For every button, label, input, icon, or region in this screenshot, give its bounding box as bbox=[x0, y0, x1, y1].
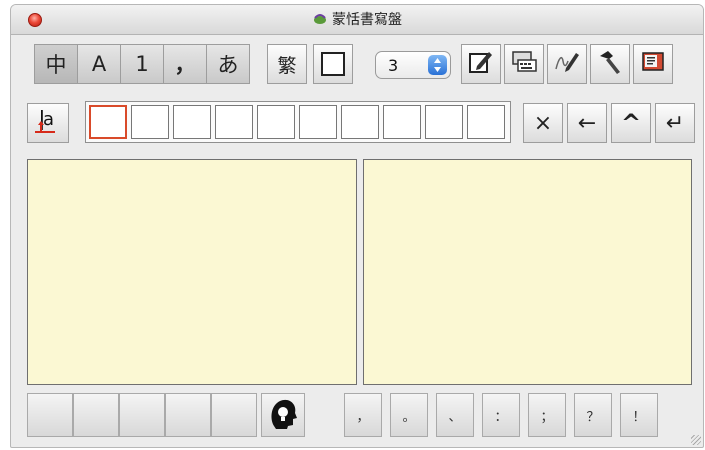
handwriting-window-icon bbox=[468, 49, 494, 80]
idea-button[interactable] bbox=[261, 393, 305, 437]
pen-settings-button[interactable] bbox=[547, 44, 587, 84]
punct-semicolon-label: ； bbox=[540, 409, 554, 425]
mode-chinese-button[interactable]: 中 bbox=[34, 44, 78, 84]
bottom-slot-5[interactable] bbox=[211, 393, 257, 437]
candidate-slot-3[interactable] bbox=[173, 105, 211, 139]
window-title-area: 蒙恬書寫盤 bbox=[11, 11, 703, 29]
main-window: 蒙恬書寫盤 中 A 1 ， あ 繁 3 a × ← ^ ↵ ， 。 、 ： ； … bbox=[10, 4, 704, 448]
candidate-count-value: 3 bbox=[388, 56, 399, 75]
keyboard-icon bbox=[510, 50, 538, 79]
case-convert-icon: a bbox=[33, 106, 63, 141]
punct-question-label: ？ bbox=[586, 409, 600, 425]
traditional-label: 繁 bbox=[277, 54, 297, 77]
resize-grip-icon[interactable] bbox=[691, 435, 701, 445]
punct-enum-comma-button[interactable]: 、 bbox=[436, 393, 474, 437]
candidate-slot-2[interactable] bbox=[131, 105, 169, 139]
punct-semicolon-button[interactable]: ； bbox=[528, 393, 566, 437]
punct-comma-label: ， bbox=[356, 409, 370, 425]
bottom-slot-1[interactable] bbox=[27, 393, 73, 437]
mode-chinese-label: 中 bbox=[45, 53, 67, 77]
punct-colon-label: ： bbox=[494, 409, 508, 425]
punct-enum-comma-label: 、 bbox=[448, 409, 462, 425]
notes-button[interactable] bbox=[633, 44, 673, 84]
mode-number-label: 1 bbox=[135, 52, 149, 76]
enter-icon: ↵ bbox=[665, 110, 685, 136]
enter-button[interactable]: ↵ bbox=[655, 103, 695, 143]
window-title: 蒙恬書寫盤 bbox=[332, 12, 402, 28]
backspace-button[interactable]: ← bbox=[567, 103, 607, 143]
bottom-slot-3[interactable] bbox=[119, 393, 165, 437]
svg-text:a: a bbox=[43, 109, 54, 130]
lightbulb-head-icon bbox=[268, 396, 298, 434]
punct-question-button[interactable]: ？ bbox=[574, 393, 612, 437]
notes-icon bbox=[640, 50, 666, 79]
mode-japanese-label: あ bbox=[217, 53, 239, 77]
candidate-slot-8[interactable] bbox=[383, 105, 421, 139]
punct-comma-button[interactable]: ， bbox=[344, 393, 382, 437]
mode-punctuation-button[interactable]: ， bbox=[163, 44, 207, 84]
up-icon: ^ bbox=[620, 109, 642, 137]
candidate-slot-10[interactable] bbox=[467, 105, 505, 139]
punct-colon-button[interactable]: ： bbox=[482, 393, 520, 437]
app-logo-icon bbox=[312, 12, 328, 24]
writing-pad-left[interactable] bbox=[27, 159, 357, 385]
writing-pad-right[interactable] bbox=[363, 159, 692, 385]
tools-button[interactable] bbox=[590, 44, 630, 84]
keyboard-button[interactable] bbox=[504, 44, 544, 84]
candidate-strip bbox=[85, 101, 511, 143]
candidate-slot-6[interactable] bbox=[299, 105, 337, 139]
candidate-slot-7[interactable] bbox=[341, 105, 379, 139]
up-button[interactable]: ^ bbox=[611, 103, 651, 143]
candidate-slot-5[interactable] bbox=[257, 105, 295, 139]
mode-punctuation-label: ， bbox=[174, 53, 196, 77]
punct-exclamation-label: ！ bbox=[632, 409, 646, 425]
punct-period-button[interactable]: 。 bbox=[390, 393, 428, 437]
mode-japanese-button[interactable]: あ bbox=[206, 44, 250, 84]
mode-english-button[interactable]: A bbox=[77, 44, 121, 84]
candidate-slot-4[interactable] bbox=[215, 105, 253, 139]
handwriting-window-button[interactable] bbox=[461, 44, 501, 84]
delete-button[interactable]: × bbox=[523, 103, 563, 143]
title-bar[interactable]: 蒙恬書寫盤 bbox=[11, 5, 703, 35]
pen-settings-icon bbox=[553, 49, 581, 80]
square-frame-icon bbox=[321, 52, 345, 76]
case-convert-button[interactable]: a bbox=[27, 103, 69, 143]
delete-icon: × bbox=[533, 110, 553, 136]
mode-english-label: A bbox=[91, 52, 107, 76]
punct-exclamation-button[interactable]: ！ bbox=[620, 393, 658, 437]
stepper-arrows-icon[interactable] bbox=[428, 55, 447, 75]
candidate-slot-1[interactable] bbox=[89, 105, 127, 139]
mode-number-button[interactable]: 1 bbox=[120, 44, 164, 84]
traditional-chinese-button[interactable]: 繁 bbox=[267, 44, 307, 84]
bottom-slot-4[interactable] bbox=[165, 393, 211, 437]
punct-period-label: 。 bbox=[402, 409, 416, 425]
frame-toggle-button[interactable] bbox=[313, 44, 353, 84]
candidate-count-stepper[interactable]: 3 bbox=[375, 51, 451, 79]
hammer-tools-icon bbox=[596, 48, 624, 81]
backspace-icon: ← bbox=[577, 110, 597, 136]
candidate-slot-9[interactable] bbox=[425, 105, 463, 139]
bottom-slot-2[interactable] bbox=[73, 393, 119, 437]
